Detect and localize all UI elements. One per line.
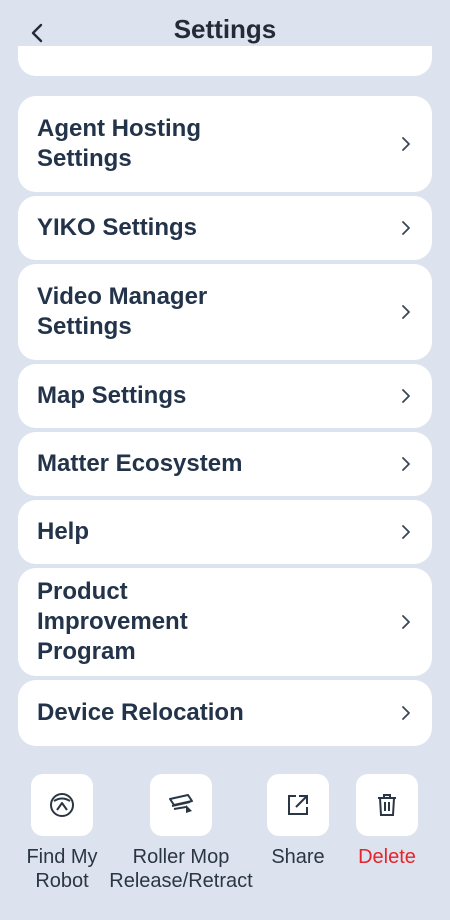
find-my-robot-tile (31, 774, 93, 836)
chevron-right-icon (398, 614, 414, 630)
settings-item-label: Help (37, 518, 90, 545)
chevron-right-icon (398, 524, 414, 540)
bottom-action-bar: Find My Robot Roller Mop Release/Retract… (0, 774, 450, 920)
chevron-right-icon (398, 136, 414, 152)
settings-item-map[interactable]: Map Settings (18, 364, 432, 428)
chevron-right-icon (398, 388, 414, 404)
chevron-right-icon (398, 456, 414, 472)
chevron-right-icon (398, 705, 414, 721)
settings-item-help[interactable]: Help (18, 500, 432, 564)
settings-item-agent-hosting[interactable]: Agent Hosting Settings (18, 96, 432, 192)
share-icon (288, 795, 308, 815)
delete-tile (356, 774, 418, 836)
action-label: Delete (358, 846, 416, 868)
settings-item-label: YIKO Settings (37, 214, 198, 241)
settings-item-label: Video Manager Settings (37, 283, 208, 340)
roller-mop-tile (150, 774, 212, 836)
locate-robot-icon (50, 793, 74, 817)
roller-mop-icon (169, 794, 193, 813)
share-tile (267, 774, 329, 836)
settings-item-yiko[interactable]: YIKO Settings (18, 196, 432, 260)
settings-item-device-relocation[interactable]: Device Relocation (18, 680, 432, 746)
settings-item-label: Product Improvement Program (37, 578, 188, 665)
chevron-right-icon (398, 304, 414, 320)
settings-item-label: Map Settings (37, 382, 187, 409)
trash-icon (378, 794, 396, 816)
action-label: Roller Mop Release/Retract (109, 846, 253, 892)
find-my-robot-button[interactable]: Find My Robot (2, 774, 122, 893)
delete-button[interactable]: Delete (327, 774, 447, 869)
settings-item-product-improvement[interactable]: Product Improvement Program (18, 568, 432, 676)
settings-item-label: Matter Ecosystem (37, 450, 243, 477)
settings-item-matter-ecosystem[interactable]: Matter Ecosystem (18, 432, 432, 496)
settings-item-label: Agent Hosting Settings (37, 115, 201, 172)
partial-settings-card (18, 46, 432, 76)
settings-item-video-manager[interactable]: Video Manager Settings (18, 264, 432, 360)
chevron-right-icon (398, 220, 414, 236)
action-label: Find My Robot (26, 846, 98, 892)
page-title: Settings (173, 14, 277, 44)
roller-mop-button[interactable]: Roller Mop Release/Retract (106, 774, 256, 893)
settings-item-label: Device Relocation (37, 699, 244, 726)
